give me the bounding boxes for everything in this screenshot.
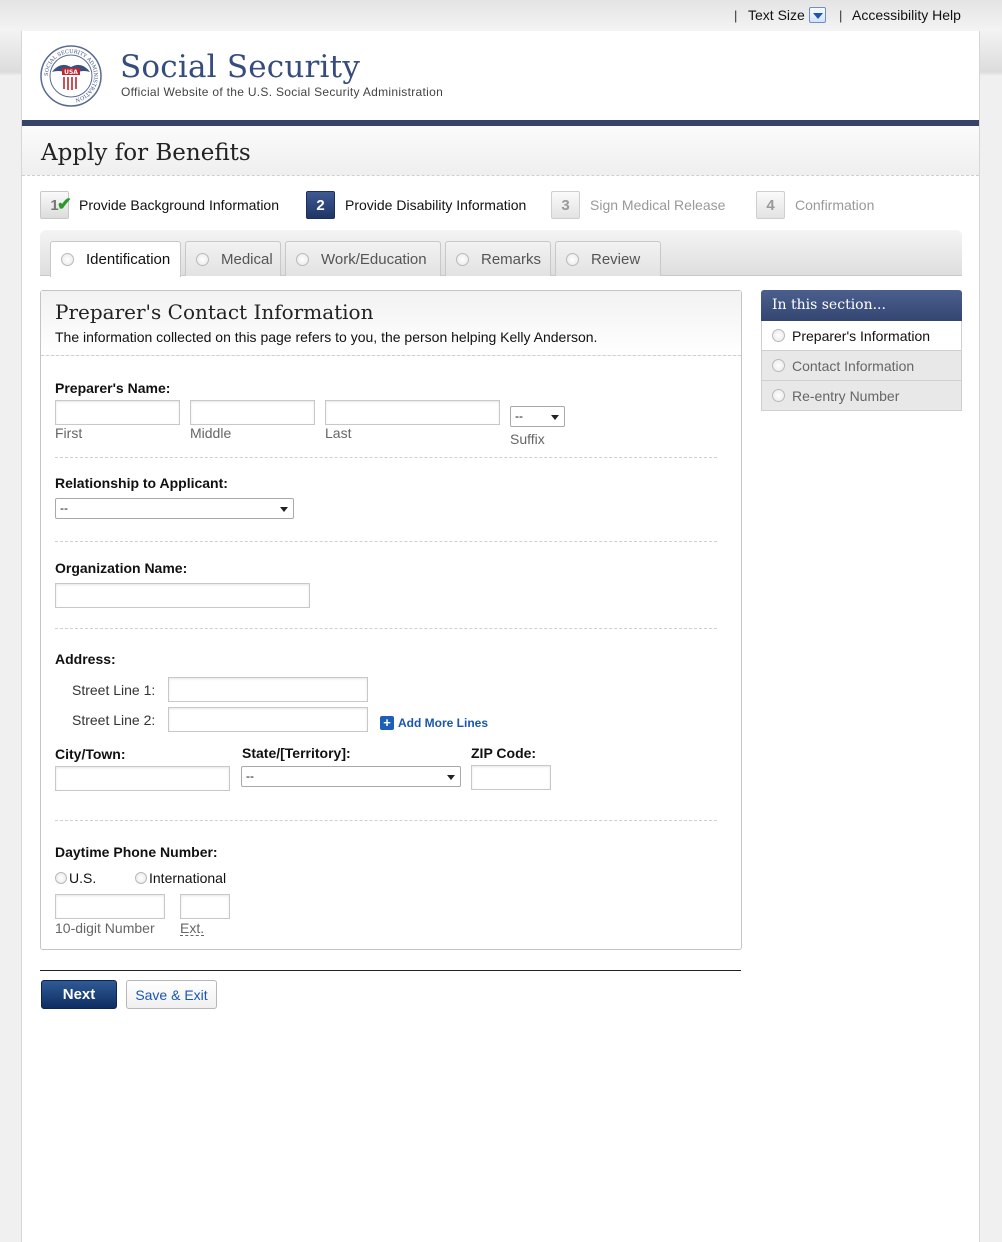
text-size-label[interactable]: Text Size bbox=[748, 7, 805, 23]
sidenav-item-contact-information[interactable]: Contact Information bbox=[761, 351, 962, 381]
phone-number-input[interactable] bbox=[55, 894, 165, 919]
seal-badge-text: USA bbox=[64, 69, 78, 76]
organization-label: Organization Name: bbox=[55, 560, 188, 576]
street-line-2-input[interactable] bbox=[168, 707, 368, 732]
step-number-4: 4 bbox=[756, 191, 785, 219]
step-label: Provide Background Information bbox=[79, 197, 279, 213]
step-number-2: 2 bbox=[306, 191, 335, 219]
phone-international-radio[interactable]: International bbox=[135, 870, 226, 886]
site-header: USA SOCIAL SECURITY ADMINISTRATION Socia… bbox=[22, 31, 979, 120]
step-label: Provide Disability Information bbox=[345, 197, 527, 213]
first-name-input[interactable] bbox=[55, 400, 180, 425]
ssa-seal-icon[interactable]: USA SOCIAL SECURITY ADMINISTRATION bbox=[40, 45, 102, 107]
last-name-input[interactable] bbox=[325, 400, 500, 425]
suffix-caption: Suffix bbox=[510, 431, 545, 447]
site-title[interactable]: Social Security bbox=[120, 49, 360, 85]
site-subtitle: Official Website of the U.S. Social Secu… bbox=[121, 85, 444, 99]
status-icon bbox=[772, 359, 785, 372]
text-size-dropdown-icon[interactable] bbox=[809, 7, 826, 23]
tab-work-education[interactable]: Work/Education bbox=[285, 241, 441, 276]
relationship-select[interactable]: -- bbox=[55, 498, 294, 519]
sidenav-heading: In this section... bbox=[761, 290, 962, 321]
step-background-info: 1 ✔ Provide Background Information bbox=[40, 189, 279, 221]
save-exit-button[interactable]: Save & Exit bbox=[126, 980, 217, 1009]
street-line-1-label: Street Line 1: bbox=[72, 682, 156, 698]
relationship-label: Relationship to Applicant: bbox=[55, 475, 228, 491]
tab-status-icon bbox=[196, 252, 209, 266]
tab-status-icon bbox=[296, 252, 309, 266]
tab-status-icon bbox=[456, 252, 469, 266]
step-disability-info: 2 Provide Disability Information bbox=[306, 189, 526, 221]
section-divider bbox=[55, 628, 717, 629]
step-number-3: 3 bbox=[551, 191, 580, 219]
tab-status-icon bbox=[566, 252, 579, 266]
step-number-1: 1 ✔ bbox=[40, 191, 72, 219]
tab-identification[interactable]: Identification bbox=[50, 241, 181, 277]
address-label: Address: bbox=[55, 651, 116, 667]
tab-medical[interactable]: Medical bbox=[185, 241, 281, 276]
step-label: Sign Medical Release bbox=[590, 197, 726, 213]
organization-input[interactable] bbox=[55, 583, 310, 608]
step-confirmation: 4 Confirmation bbox=[756, 189, 874, 221]
radio-icon bbox=[55, 872, 67, 884]
suffix-select[interactable]: -- bbox=[510, 406, 565, 427]
city-input[interactable] bbox=[55, 766, 230, 791]
sidenav-item-preparers-information[interactable]: Preparer's Information bbox=[761, 321, 962, 351]
radio-icon bbox=[135, 872, 147, 884]
checkmark-icon: ✔ bbox=[56, 194, 72, 214]
progress-steps: 1 ✔ Provide Background Information 2 Prov… bbox=[22, 189, 979, 223]
phone-ext-input[interactable] bbox=[180, 894, 230, 919]
status-icon bbox=[772, 389, 785, 402]
plus-icon: + bbox=[380, 716, 394, 730]
tab-review[interactable]: Review bbox=[555, 241, 661, 276]
status-icon bbox=[772, 329, 785, 342]
page-title-bar: Apply for Benefits bbox=[22, 126, 979, 176]
preparer-contact-card: Preparer's Contact Information The infor… bbox=[40, 290, 742, 950]
street-line-2-label: Street Line 2: bbox=[72, 712, 156, 728]
card-header: Preparer's Contact Information The infor… bbox=[41, 291, 741, 356]
form-footer-divider bbox=[40, 970, 741, 971]
sidenav-item-reentry-number[interactable]: Re-entry Number bbox=[761, 381, 962, 411]
utility-separator: | bbox=[839, 8, 843, 23]
page-container: USA SOCIAL SECURITY ADMINISTRATION Socia… bbox=[21, 31, 980, 1242]
step-medical-release: 3 Sign Medical Release bbox=[551, 189, 725, 221]
next-button[interactable]: Next bbox=[41, 980, 117, 1009]
last-name-caption: Last bbox=[325, 425, 352, 441]
accessibility-help-link[interactable]: Accessibility Help bbox=[852, 7, 961, 23]
section-divider bbox=[55, 457, 717, 458]
zip-label: ZIP Code: bbox=[471, 745, 537, 761]
state-label: State/[Territory]: bbox=[242, 745, 351, 761]
phone-number-caption: 10-digit Number bbox=[55, 920, 155, 936]
preparer-name-label: Preparer's Name: bbox=[55, 380, 171, 396]
section-intro: The information collected on this page r… bbox=[55, 329, 598, 345]
middle-name-input[interactable] bbox=[190, 400, 315, 425]
section-sidenav: In this section... Preparer's Informatio… bbox=[761, 290, 962, 411]
section-divider bbox=[55, 541, 717, 542]
middle-name-caption: Middle bbox=[190, 425, 232, 441]
first-name-caption: First bbox=[55, 425, 83, 441]
phone-label: Daytime Phone Number: bbox=[55, 844, 218, 860]
section-title: Preparer's Contact Information bbox=[55, 300, 374, 324]
phone-ext-caption[interactable]: Ext. bbox=[180, 921, 205, 936]
tab-remarks[interactable]: Remarks bbox=[445, 241, 551, 276]
add-more-lines-link[interactable]: + Add More Lines bbox=[380, 716, 488, 730]
utility-separator: | bbox=[734, 8, 738, 23]
utility-bar: | Text Size | Accessibility Help bbox=[0, 0, 1002, 31]
zip-input[interactable] bbox=[471, 765, 551, 790]
step-label: Confirmation bbox=[795, 197, 875, 213]
city-label: City/Town: bbox=[55, 746, 126, 762]
state-select[interactable]: -- bbox=[241, 766, 461, 787]
street-line-1-input[interactable] bbox=[168, 677, 368, 702]
section-tabs: Identification Medical Work/Education Re… bbox=[40, 230, 962, 277]
tab-status-icon bbox=[61, 253, 74, 266]
phone-us-radio[interactable]: U.S. bbox=[55, 870, 96, 886]
section-divider bbox=[55, 820, 717, 821]
page-title: Apply for Benefits bbox=[41, 140, 251, 166]
